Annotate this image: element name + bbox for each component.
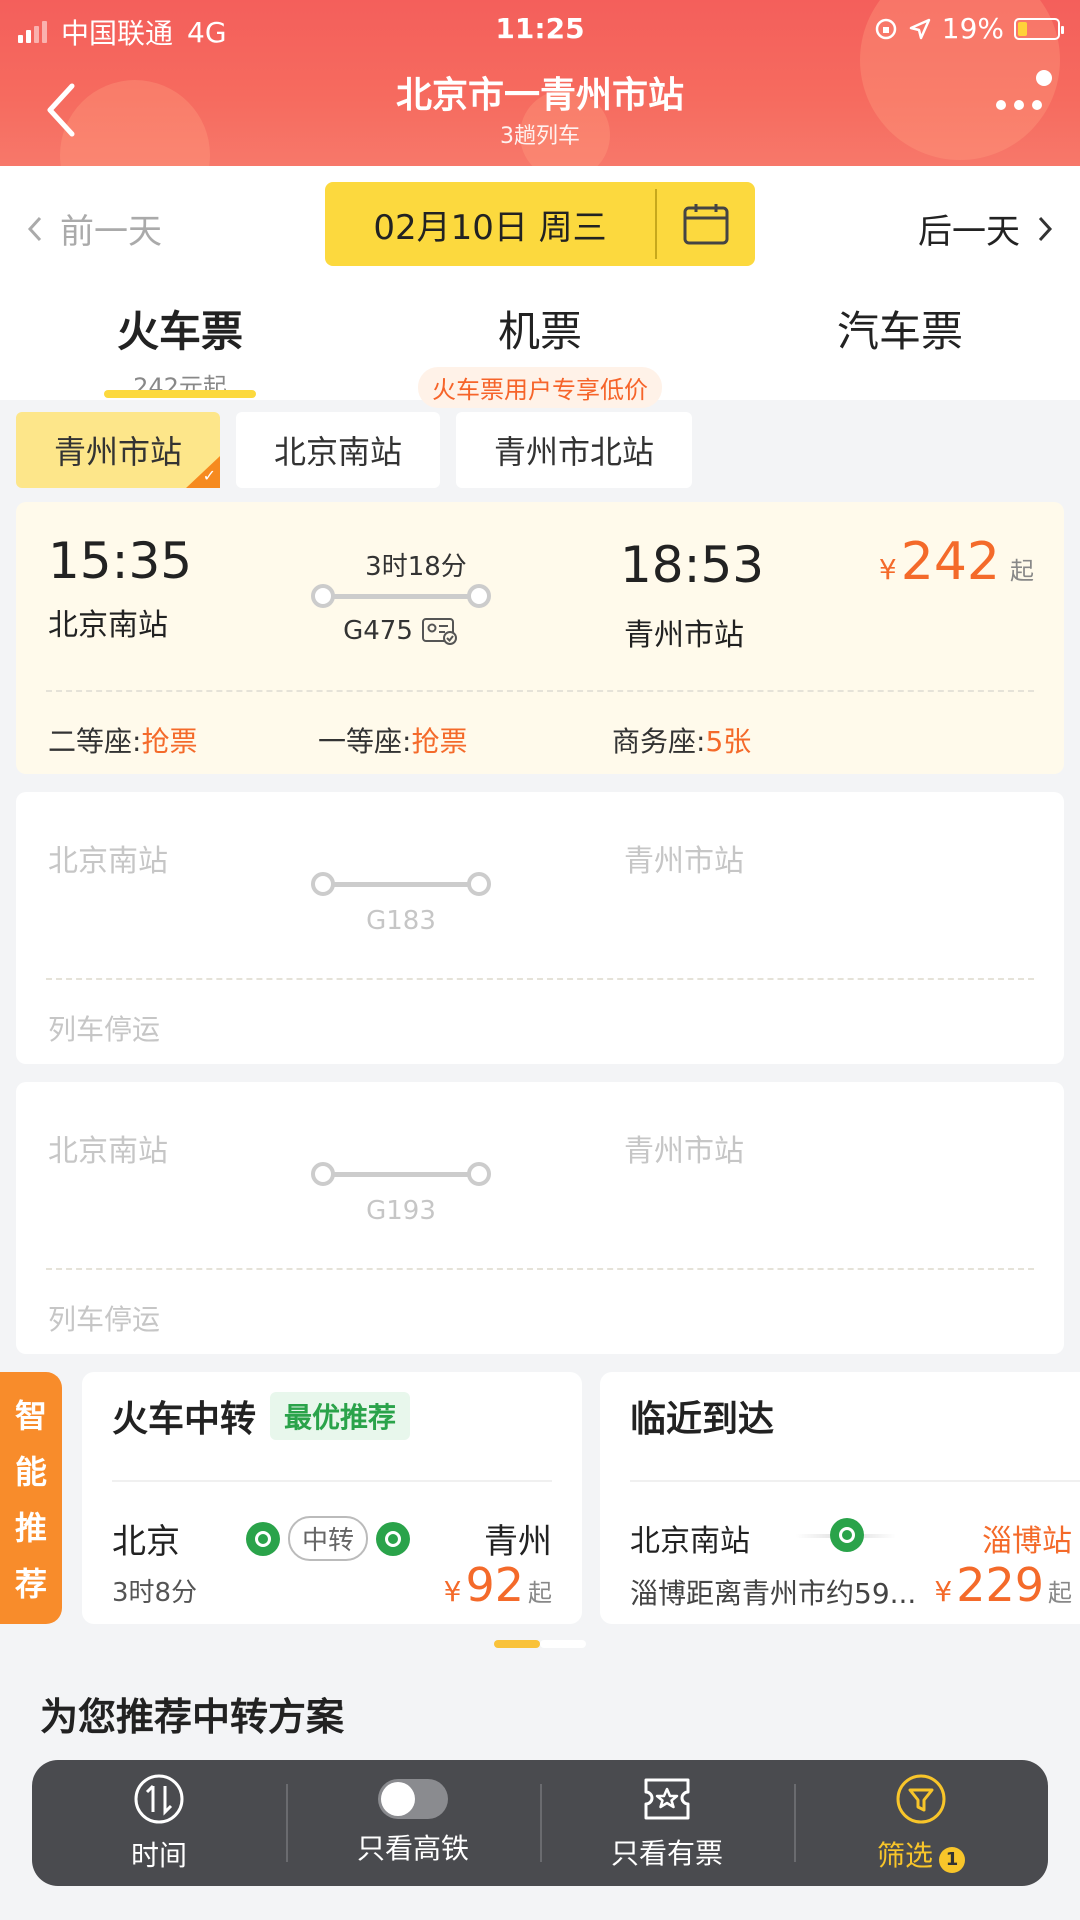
station-chip-label: 青州市站 xyxy=(54,433,183,471)
service-status: 列车停运 xyxy=(48,1013,161,1046)
nearby-title: 临近到达 xyxy=(630,1399,775,1440)
station-filter: 青州市站 ✓ 北京南站 青州市北站 xyxy=(16,412,693,488)
arrive-time: 18:53 xyxy=(620,536,765,594)
duration: 3时18分 xyxy=(365,552,467,582)
price-value: 242 xyxy=(900,532,1000,592)
chevron-right-icon xyxy=(1038,216,1053,241)
selected-date: 02月10日 周三 xyxy=(373,207,607,248)
check-icon: ✓ xyxy=(186,456,221,488)
arrive-station: 青州市站 xyxy=(624,844,744,879)
station-chip[interactable]: 北京南站 xyxy=(236,412,441,488)
transfer-card[interactable]: 火车中转 最优推荐 北京 中转 青州 3时8分 ¥ 92 起 xyxy=(82,1372,582,1624)
prev-day-label: 前一天 xyxy=(60,212,162,252)
section-title: 为您推荐中转方案 xyxy=(40,1695,345,1739)
date-selector[interactable]: 02月10日 周三 xyxy=(325,182,755,266)
bottom-toolbar: 时间 只看高铁 只看有票 筛选 1 xyxy=(32,1760,1048,1886)
route-track xyxy=(311,872,491,896)
page-title: 北京市一青州市站 xyxy=(395,75,684,116)
train-station-icon xyxy=(830,1518,864,1552)
more-button[interactable] xyxy=(996,100,1042,110)
page-subtitle: 3趟列车 xyxy=(500,124,580,149)
ticket-icon xyxy=(644,1778,690,1820)
train-number: G193 xyxy=(366,1196,436,1226)
nearby-note: 淄博距离青州市约59... xyxy=(630,1577,917,1610)
app-header: 中国联通 4G 11:25 19% 北京市一青州市站 3趟列车 xyxy=(0,0,1080,166)
transfer-from: 北京 xyxy=(112,1522,180,1562)
high-speed-only-toggle[interactable]: 只看高铁 xyxy=(286,1760,540,1886)
station-chip-label: 青州市北站 xyxy=(494,433,655,471)
filter-label: 筛选 xyxy=(876,1839,933,1872)
ticket-price: ¥ 242 起 xyxy=(879,532,1034,592)
transfer-price: ¥ 92 起 xyxy=(443,1558,552,1612)
transport-mode-tabs: 火车票 242元起 机票 火车票用户专享低价 汽车票 xyxy=(0,284,1080,408)
nearby-arrival-card[interactable]: 临近到达 北京南站 淄博站 淄博距离青州市约59... ¥ 229 起 xyxy=(600,1372,1080,1624)
sort-by-time-button[interactable]: 时间 xyxy=(32,1760,286,1886)
seat-second-class: 二等座:抢票 xyxy=(48,725,198,758)
depart-station: 北京南站 xyxy=(48,1134,168,1169)
tab-flight-sub: 火车票用户专享低价 xyxy=(418,367,662,408)
depart-time: 15:35 xyxy=(48,532,193,590)
transfer-pill: 中转 xyxy=(288,1516,369,1561)
seat-first-class: 一等座:抢票 xyxy=(318,725,468,758)
tab-flight-label: 机票 xyxy=(497,307,582,356)
nearby-price: ¥ 229 起 xyxy=(934,1558,1072,1612)
train-number: G475 xyxy=(343,616,413,646)
active-tab-indicator xyxy=(104,390,256,398)
service-status: 列车停运 xyxy=(48,1303,161,1336)
next-day-label: 后一天 xyxy=(918,212,1020,252)
route-track xyxy=(311,584,491,608)
tab-train-label: 火车票 xyxy=(116,307,243,356)
depart-station: 北京南站 xyxy=(48,844,168,879)
nearby-to: 淄博站 xyxy=(982,1524,1072,1559)
arrive-station: 青州市站 xyxy=(624,618,744,653)
battery-percent: 19% xyxy=(941,12,1004,45)
train-card[interactable]: 北京南站 G193 青州市站 列车停运 xyxy=(16,1082,1064,1354)
recommend-tag: 最优推荐 xyxy=(270,1392,411,1440)
transfer-to: 青州 xyxy=(484,1522,552,1562)
filter-icon xyxy=(896,1774,946,1824)
notification-dot xyxy=(1036,70,1052,86)
available-only-button[interactable]: 只看有票 xyxy=(540,1760,794,1886)
price-currency: ¥ xyxy=(878,553,897,586)
toggle-switch[interactable] xyxy=(378,1779,448,1819)
filter-button[interactable]: 筛选 1 xyxy=(794,1760,1048,1886)
tab-flight[interactable]: 机票 火车票用户专享低价 xyxy=(395,298,685,408)
time-sort-icon xyxy=(134,1774,184,1824)
smart-recommend-tab[interactable]: 智 能 推 荐 xyxy=(0,1372,62,1624)
battery-icon xyxy=(1014,17,1064,40)
carousel-pager xyxy=(494,1640,586,1648)
train-number: G183 xyxy=(366,906,436,936)
tab-bus[interactable]: 汽车票 xyxy=(820,298,980,359)
station-chip[interactable]: 青州市站 ✓ xyxy=(16,412,221,488)
filter-count-badge: 1 xyxy=(939,1846,965,1873)
calendar-icon[interactable] xyxy=(682,202,730,246)
tab-bus-label: 汽车票 xyxy=(836,307,963,356)
price-suffix: 起 xyxy=(1010,557,1034,585)
status-bar: 中国联通 4G 11:25 19% xyxy=(0,8,1080,50)
chevron-left-icon xyxy=(27,216,42,241)
seat-business-class: 商务座:5张 xyxy=(612,725,752,758)
arrive-station: 青州市站 xyxy=(624,1134,744,1169)
station-chip[interactable]: 青州市北站 xyxy=(456,412,693,488)
train-card[interactable]: 15:35 北京南站 3时18分 G475 18:53 青州市站 ¥ 242 起… xyxy=(16,502,1064,774)
train-station-icon xyxy=(376,1521,411,1556)
location-icon xyxy=(909,18,931,39)
available-label: 只看有票 xyxy=(610,1837,723,1870)
depart-station: 北京南站 xyxy=(48,608,168,643)
train-card[interactable]: 北京南站 G183 青州市站 列车停运 xyxy=(16,792,1064,1064)
rotation-lock-icon xyxy=(875,18,897,39)
date-bar: 前一天 02月10日 周三 后一天 xyxy=(0,166,1080,284)
transfer-title: 火车中转 xyxy=(112,1399,257,1440)
transfer-duration: 3时8分 xyxy=(112,1578,198,1608)
nearby-from: 北京南站 xyxy=(630,1524,750,1559)
prev-day-button[interactable]: 前一天 xyxy=(26,204,162,253)
train-station-icon xyxy=(246,1521,280,1556)
next-day-button[interactable]: 后一天 xyxy=(918,204,1054,253)
time-label: 时间 xyxy=(130,1839,187,1872)
station-chip-label: 北京南站 xyxy=(274,433,403,471)
high-speed-label: 只看高铁 xyxy=(356,1832,469,1865)
tab-train[interactable]: 火车票 242元起 xyxy=(100,298,260,402)
route-track xyxy=(311,1162,491,1186)
id-card-icon xyxy=(421,618,457,645)
